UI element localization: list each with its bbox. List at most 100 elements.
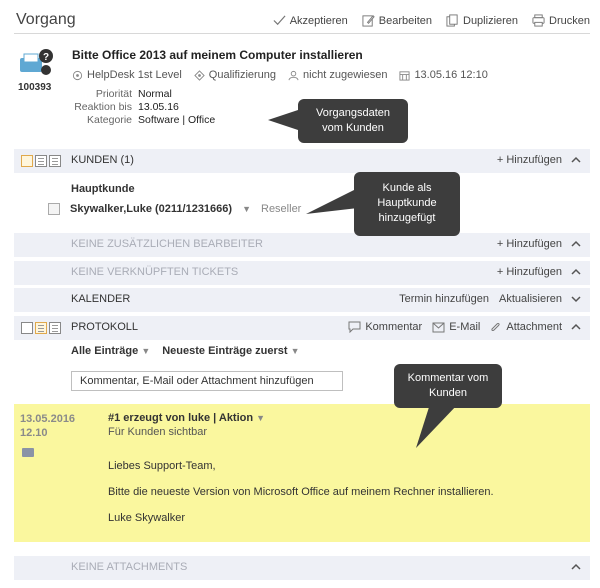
duplicate-icon bbox=[446, 14, 458, 27]
add-appointment-button[interactable]: Termin hinzufügen bbox=[399, 293, 489, 305]
section-protokoll[interactable]: Protokoll Kommentar E-Mail Attachment bbox=[14, 316, 590, 340]
callout-tail bbox=[416, 404, 458, 448]
field-category-key: Kategorie bbox=[87, 114, 132, 126]
refresh-button[interactable]: Aktualisieren bbox=[499, 293, 562, 305]
add-editor-button[interactable]: + Hinzufügen bbox=[497, 238, 562, 250]
main-customer-heading: Hauptkunde bbox=[71, 183, 135, 195]
entry-text-line: Liebes Support-Team, bbox=[108, 460, 216, 472]
chevron-up-icon[interactable] bbox=[570, 154, 582, 166]
meta-group-label: HelpDesk 1st Level bbox=[87, 69, 182, 81]
group-icon bbox=[72, 70, 83, 80]
callout-line: hinzugefügt bbox=[378, 212, 436, 224]
field-category-value: Software | Office bbox=[138, 114, 216, 126]
view-compact-icon[interactable] bbox=[21, 322, 33, 334]
attachment-label: Attachment bbox=[506, 321, 562, 333]
view-compact-icon[interactable] bbox=[21, 155, 33, 167]
page-header: Vorgang Akzeptieren Bearbeiten Duplizier… bbox=[14, 8, 590, 34]
chevron-up-icon[interactable] bbox=[570, 238, 582, 250]
callout-line: vom Kunden bbox=[322, 122, 384, 134]
header-actions: Akzeptieren Bearbeiten Duplizieren Druck… bbox=[273, 14, 590, 27]
comment-label: Kommentar bbox=[365, 321, 423, 333]
section-bearbeiter[interactable]: Keine zusätzlichen Bearbeiter + Hinzufüg… bbox=[14, 233, 590, 257]
section-bearbeiter-label: Keine zusätzlichen Bearbeiter bbox=[71, 238, 263, 250]
customer-name[interactable]: Skywalker,Luke (0211/1231666) bbox=[70, 203, 232, 215]
chevron-down-icon[interactable] bbox=[570, 293, 582, 305]
section-attachments[interactable]: Keine Attachments bbox=[14, 556, 590, 580]
edit-icon bbox=[362, 15, 375, 27]
attachment-button[interactable]: Attachment bbox=[490, 321, 562, 333]
check-icon bbox=[273, 15, 286, 26]
chevron-down-icon: ▼ bbox=[141, 346, 151, 356]
callout-line: Vorgangsdaten bbox=[315, 107, 390, 119]
callout-line: Kunden bbox=[429, 387, 467, 399]
callout-line: Kunde als bbox=[382, 182, 432, 194]
callout-customer-comment: Kommentar vom Kunden bbox=[394, 364, 502, 408]
callout-ticket-data: Vorgangsdaten vom Kunden bbox=[298, 99, 408, 143]
ticket-number: 100393 bbox=[18, 82, 52, 93]
add-entry-input[interactable]: Kommentar, E-Mail oder Attachment hinzuf… bbox=[71, 371, 343, 391]
comment-button[interactable]: Kommentar bbox=[348, 321, 422, 333]
ticket-fields: Priorität Normal Reaktion bis 13.05.16 K… bbox=[72, 88, 215, 126]
duplicate-label: Duplizieren bbox=[463, 14, 519, 27]
meta-status[interactable]: Qualifizierung bbox=[194, 69, 276, 81]
ticket-title: Bitte Office 2013 auf meinem Computer in… bbox=[72, 48, 363, 62]
email-icon bbox=[432, 322, 445, 332]
field-response-key: Reaktion bis bbox=[74, 101, 132, 113]
section-kalender[interactable]: Kalender Termin hinzufügen Aktualisieren bbox=[14, 288, 590, 312]
field-priority-value: Normal bbox=[138, 88, 172, 100]
filter-dropdown[interactable]: Alle Einträge ▼ bbox=[71, 345, 150, 357]
filter-label: Alle Einträge bbox=[71, 345, 139, 357]
meta-group[interactable]: HelpDesk 1st Level bbox=[72, 69, 182, 81]
svg-text:?: ? bbox=[43, 52, 49, 63]
meta-date-label: 13.05.16 12:10 bbox=[414, 69, 488, 81]
entry-text-line: Bitte die neueste Version von Microsoft … bbox=[108, 486, 494, 498]
field-priority-key: Priorität bbox=[95, 88, 132, 100]
meta-assignee[interactable]: nicht zugewiesen bbox=[288, 69, 387, 81]
chevron-down-icon: ▼ bbox=[290, 346, 300, 356]
section-kunden[interactable]: Kunden (1) + Hinzufügen bbox=[14, 149, 590, 173]
section-attachments-label: Keine Attachments bbox=[71, 561, 188, 573]
view-toggle bbox=[21, 155, 61, 167]
callout-line: Kommentar vom bbox=[407, 372, 489, 384]
section-protokoll-label: Protokoll bbox=[71, 321, 139, 333]
edit-label: Bearbeiten bbox=[378, 14, 432, 27]
chevron-down-icon[interactable]: ▼ bbox=[242, 204, 251, 214]
mail-icon bbox=[22, 448, 34, 457]
entry-text-line: Luke Skywalker bbox=[108, 512, 186, 524]
entry-date: 13.05.2016 12.10 bbox=[20, 412, 75, 440]
chevron-up-icon[interactable] bbox=[570, 266, 582, 278]
entry-head[interactable]: #1 erzeugt von luke | Aktion ▼ bbox=[108, 412, 265, 424]
view-list-icon[interactable] bbox=[49, 155, 61, 167]
comment-icon bbox=[348, 321, 361, 333]
accept-label: Akzeptieren bbox=[289, 14, 348, 27]
print-button[interactable]: Drucken bbox=[532, 14, 590, 27]
callout-tail bbox=[306, 188, 358, 214]
section-tickets[interactable]: Keine verknüpften Tickets + Hinzufügen bbox=[14, 261, 590, 285]
callout-line: Hauptkunde bbox=[377, 197, 437, 209]
view-normal-icon[interactable] bbox=[35, 155, 47, 167]
add-customer-button[interactable]: + Hinzufügen bbox=[497, 154, 562, 166]
duplicate-button[interactable]: Duplizieren bbox=[446, 14, 518, 27]
field-response-value: 13.05.16 bbox=[138, 101, 179, 113]
add-ticket-button[interactable]: + Hinzufügen bbox=[497, 266, 562, 278]
section-kunden-label: Kunden (1) bbox=[71, 154, 134, 166]
protocol-entry: 13.05.2016 12.10 #1 erzeugt von luke | A… bbox=[14, 404, 590, 542]
entry-head-label: #1 erzeugt von luke | Aktion bbox=[108, 412, 254, 424]
view-toggle bbox=[21, 322, 61, 334]
protocol-controls: Alle Einträge ▼ Neueste Einträge zuerst … bbox=[71, 345, 300, 357]
sort-dropdown[interactable]: Neueste Einträge zuerst ▼ bbox=[162, 345, 299, 357]
entry-visibility: Für Kunden sichtbar bbox=[108, 426, 208, 438]
entry-date-day: 13.05.2016 bbox=[20, 413, 76, 425]
view-normal-icon[interactable] bbox=[35, 322, 47, 334]
chevron-up-icon[interactable] bbox=[570, 561, 582, 573]
user-icon bbox=[288, 70, 299, 80]
accept-button[interactable]: Akzeptieren bbox=[273, 14, 348, 27]
view-list-icon[interactable] bbox=[49, 322, 61, 334]
section-tickets-label: Keine verknüpften Tickets bbox=[71, 266, 239, 278]
ticket-meta: HelpDesk 1st Level Qualifizierung nicht … bbox=[72, 69, 488, 81]
calendar-icon bbox=[399, 70, 410, 81]
email-label: E-Mail bbox=[449, 321, 481, 333]
email-button[interactable]: E-Mail bbox=[432, 321, 480, 333]
edit-button[interactable]: Bearbeiten bbox=[362, 14, 432, 27]
chevron-up-icon[interactable] bbox=[570, 321, 582, 333]
